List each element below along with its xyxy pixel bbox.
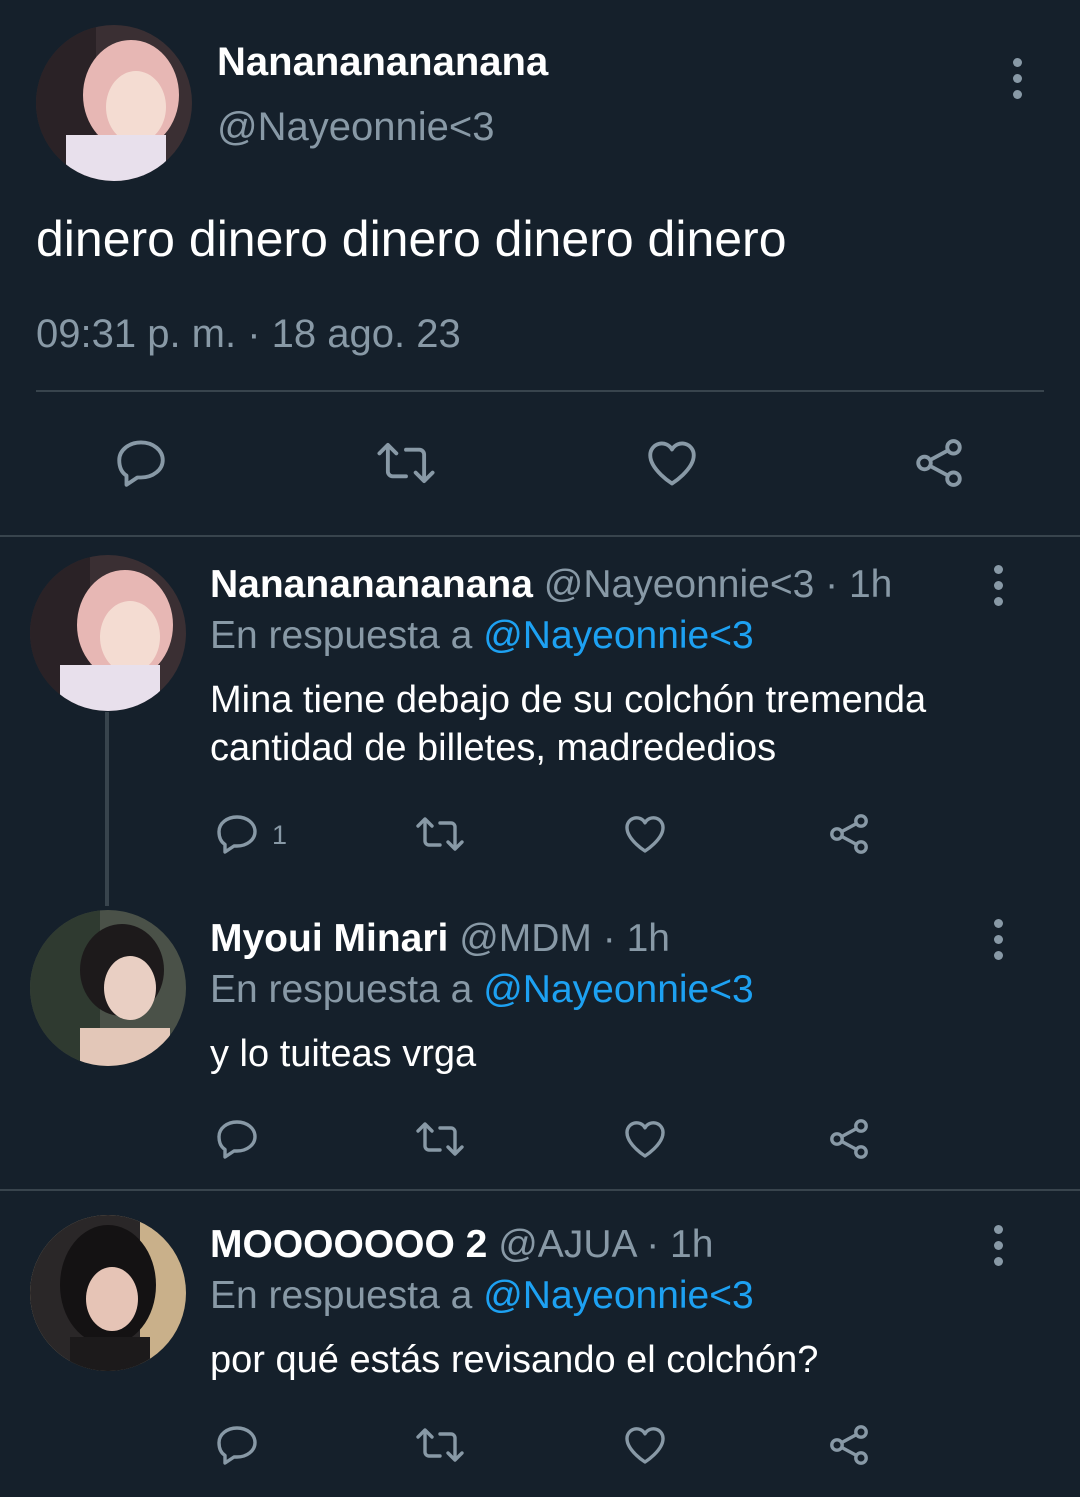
tweet-text: dinero dinero dinero dinero dinero [36, 211, 787, 267]
timestamp-divider [36, 390, 1044, 392]
retweet-icon[interactable] [413, 810, 467, 858]
more-options-icon[interactable] [988, 919, 1008, 969]
reply-prefix: En respuesta a [210, 1274, 473, 1317]
avatar[interactable] [30, 555, 186, 711]
like-icon[interactable] [621, 810, 669, 858]
handle[interactable]: @Nayeonnie<3 [544, 563, 815, 606]
retweet-icon[interactable] [374, 434, 438, 492]
more-options-icon[interactable] [988, 1225, 1008, 1275]
handle[interactable]: @AJUA [498, 1223, 635, 1266]
reply-to-link[interactable]: @Nayeonnie<3 [483, 968, 754, 1011]
reply-count: 1 [272, 820, 288, 850]
reply-prefix: En respuesta a [210, 968, 473, 1011]
replying-to: En respuesta a @Nayeonnie<3 [210, 1274, 754, 1318]
handle[interactable]: @Nayeonnie<3 [217, 105, 494, 150]
thread-line [105, 712, 109, 906]
avatar[interactable] [30, 910, 186, 1066]
like-icon[interactable] [621, 1421, 669, 1469]
share-icon[interactable] [910, 434, 968, 492]
section-divider [0, 1189, 1080, 1191]
share-icon[interactable] [825, 1115, 873, 1163]
more-options-icon[interactable] [988, 565, 1008, 615]
reply-header: MOOOOOOO 2 @AJUA · 1h [210, 1223, 713, 1267]
reply-text: Mina tiene debajo de su colchón tremenda… [210, 679, 927, 769]
reply-text: y lo tuiteas vrga [210, 1033, 477, 1075]
display-name[interactable]: Myoui Minari [210, 917, 448, 960]
reply-to-link[interactable]: @Nayeonnie<3 [483, 1274, 754, 1317]
reply-text: por qué estás revisando el colchón? [210, 1339, 819, 1381]
avatar[interactable] [36, 25, 192, 181]
like-icon[interactable] [643, 434, 701, 492]
share-icon[interactable] [825, 1421, 873, 1469]
reply-time[interactable]: · 1h [825, 563, 892, 606]
replying-to: En respuesta a @Nayeonnie<3 [210, 968, 754, 1012]
display-name[interactable]: Nanananananana [217, 40, 548, 85]
retweet-icon[interactable] [413, 1115, 467, 1163]
reply-icon[interactable] [213, 810, 261, 858]
replying-to: En respuesta a @Nayeonnie<3 [210, 614, 754, 658]
avatar[interactable] [30, 1215, 186, 1371]
display-name[interactable]: Nanananananana [210, 563, 533, 606]
reply-prefix: En respuesta a [210, 614, 473, 657]
reply-header: Nanananananana @Nayeonnie<3 · 1h [210, 563, 892, 607]
reply-icon[interactable] [213, 1115, 261, 1163]
share-icon[interactable] [825, 810, 873, 858]
tweet-timestamp[interactable]: 09:31 p. m. · 18 ago. 23 [36, 312, 461, 357]
reply-header: Myoui Minari @MDM · 1h [210, 917, 670, 961]
handle[interactable]: @MDM [459, 917, 592, 960]
reply-icon[interactable] [112, 434, 170, 492]
reply-to-link[interactable]: @Nayeonnie<3 [483, 614, 754, 657]
reply-time[interactable]: · 1h [646, 1223, 713, 1266]
like-icon[interactable] [621, 1115, 669, 1163]
display-name[interactable]: MOOOOOOO 2 [210, 1223, 487, 1266]
more-options-icon[interactable] [1007, 58, 1027, 108]
retweet-icon[interactable] [413, 1421, 467, 1469]
reply-icon[interactable] [213, 1421, 261, 1469]
section-divider [0, 535, 1080, 537]
reply-time[interactable]: · 1h [603, 917, 670, 960]
